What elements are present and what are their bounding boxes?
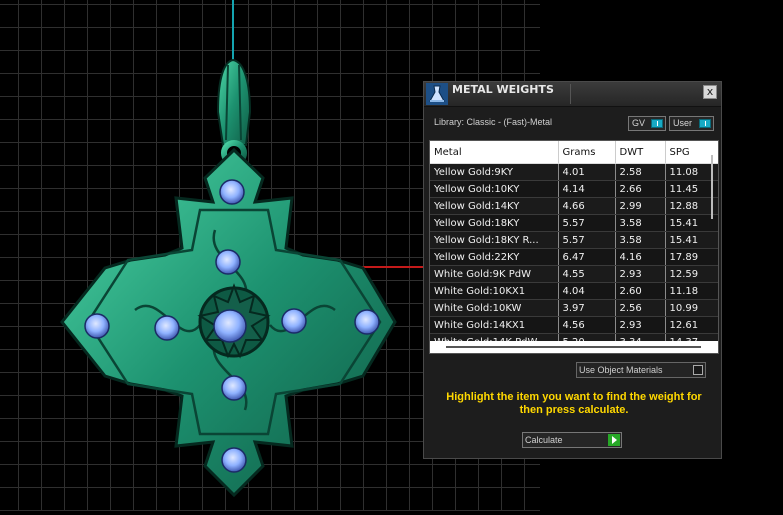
panel-titlebar[interactable]: METAL WEIGHTS x <box>424 82 721 107</box>
use-object-materials-option[interactable]: Use Object Materials <box>576 362 706 378</box>
cell-grams: 4.56 <box>558 316 616 334</box>
table-row[interactable]: Yellow Gold:10KY 4.14 2.66 11.45 <box>430 180 718 198</box>
radio-icon[interactable] <box>693 365 703 375</box>
close-icon[interactable]: x <box>703 85 717 99</box>
table-row[interactable]: White Gold:10KW 3.97 2.56 10.99 <box>430 299 718 317</box>
library-label: Library: Classic - (Fast)-Metal <box>434 117 553 127</box>
vertical-scrollbar[interactable] <box>711 155 713 219</box>
cell-metal: White Gold:14KX1 <box>430 316 559 334</box>
cell-metal: Yellow Gold:18KY <box>430 214 559 232</box>
cell-spg: 10.99 <box>665 299 718 317</box>
toggle-switch-icon <box>699 119 711 128</box>
cell-metal: White Gold:10KX1 <box>430 282 559 300</box>
cell-grams: 4.14 <box>558 180 616 198</box>
gv-toggle[interactable]: GV <box>628 116 666 131</box>
column-header-metal[interactable]: Metal <box>430 141 559 164</box>
play-icon <box>608 434 620 446</box>
windows-activation-watermark: Activate Wi <box>676 498 757 515</box>
cell-grams: 4.04 <box>558 282 616 300</box>
cell-spg: 12.59 <box>665 265 718 283</box>
cell-metal: Yellow Gold:22KY <box>430 248 559 266</box>
table-row[interactable]: Yellow Gold:18KY 5.57 3.58 15.41 <box>430 214 718 232</box>
cell-dwt: 3.58 <box>615 231 666 249</box>
cell-dwt: 2.66 <box>615 180 666 198</box>
cell-spg: 11.18 <box>665 282 718 300</box>
toggle-switch-icon <box>651 119 663 128</box>
table-row[interactable]: White Gold:10KX1 4.04 2.60 11.18 <box>430 282 718 300</box>
cell-metal: White Gold:10KW <box>430 299 559 317</box>
cell-dwt: 2.56 <box>615 299 666 317</box>
user-toggle-label: User <box>673 118 693 128</box>
cell-dwt: 2.93 <box>615 265 666 283</box>
cell-spg: 15.41 <box>665 231 718 249</box>
metal-weights-panel: METAL WEIGHTS x Library: Classic - (Fast… <box>423 81 722 459</box>
metal-weights-table[interactable]: Metal Grams DWT SPG Yellow Gold:9KY 4.01 2… <box>429 140 719 354</box>
table-row[interactable]: White Gold:9K PdW 4.55 2.93 12.59 <box>430 265 718 283</box>
cell-dwt: 2.58 <box>615 163 666 181</box>
cell-metal: Yellow Gold:14KY <box>430 197 559 215</box>
calculate-button[interactable]: Calculate <box>522 432 622 448</box>
table-row[interactable]: Yellow Gold:18KY R... 5.57 3.58 15.41 <box>430 231 718 249</box>
metal-weights-flask-icon <box>426 83 448 105</box>
cell-spg: 12.61 <box>665 316 718 334</box>
cell-dwt: 4.16 <box>615 248 666 266</box>
cell-metal: Yellow Gold:10KY <box>430 180 559 198</box>
table-row[interactable]: Yellow Gold:14KY 4.66 2.99 12.88 <box>430 197 718 215</box>
cell-grams: 5.57 <box>558 214 616 232</box>
cell-metal: Yellow Gold:18KY R... <box>430 231 559 249</box>
titlebar-divider <box>570 84 571 104</box>
panel-title: METAL WEIGHTS <box>452 83 554 96</box>
cell-grams: 4.01 <box>558 163 616 181</box>
cell-spg: 17.89 <box>665 248 718 266</box>
table-row[interactable]: Yellow Gold:22KY 6.47 4.16 17.89 <box>430 248 718 266</box>
use-object-materials-label: Use Object Materials <box>579 365 663 375</box>
horizontal-scroll-thumb[interactable] <box>446 346 701 348</box>
cell-grams: 5.57 <box>558 231 616 249</box>
cell-dwt: 3.58 <box>615 214 666 232</box>
cross-pendant-model[interactable] <box>40 50 410 500</box>
bail <box>216 58 252 166</box>
cell-grams: 6.47 <box>558 248 616 266</box>
cell-grams: 4.55 <box>558 265 616 283</box>
user-toggle[interactable]: User <box>669 116 714 131</box>
table-row[interactable]: White Gold:14KX1 4.56 2.93 12.61 <box>430 316 718 334</box>
column-header-dwt[interactable]: DWT <box>615 141 666 164</box>
cell-dwt: 2.93 <box>615 316 666 334</box>
cell-metal: Yellow Gold:9KY <box>430 163 559 181</box>
gv-toggle-label: GV <box>632 118 646 128</box>
cell-dwt: 2.99 <box>615 197 666 215</box>
cell-grams: 4.66 <box>558 197 616 215</box>
cell-grams: 3.97 <box>558 299 616 317</box>
table-header-row: Metal Grams DWT SPG <box>430 141 718 164</box>
table-row[interactable]: Yellow Gold:9KY 4.01 2.58 11.08 <box>430 163 718 181</box>
cell-dwt: 2.60 <box>615 282 666 300</box>
calculate-label: Calculate <box>525 435 563 445</box>
column-header-grams[interactable]: Grams <box>558 141 616 164</box>
cell-metal: White Gold:9K PdW <box>430 265 559 283</box>
instruction-text: Highlight the item you want to find the … <box>446 391 702 416</box>
